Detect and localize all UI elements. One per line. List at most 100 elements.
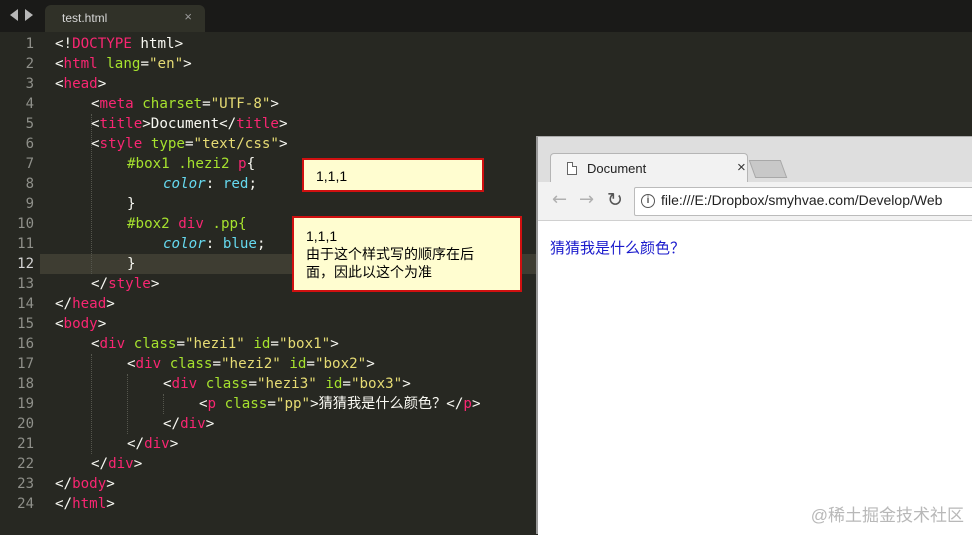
code-line[interactable]: <meta charset="UTF-8">: [91, 94, 279, 114]
code-line[interactable]: <style type="text/css">: [91, 134, 288, 154]
line-number: 3: [25, 76, 34, 92]
note-text: 由于这个样式写的顺序在后: [306, 246, 474, 262]
code-line[interactable]: }: [127, 254, 136, 274]
line-number: 14: [17, 296, 34, 312]
code-token: class: [133, 336, 177, 352]
code-line[interactable]: <p class="pp">猜猜我是什么颜色？</p>: [199, 394, 481, 414]
code-token: "hezi2": [220, 356, 281, 372]
code-token: >: [133, 456, 143, 472]
code-token: >: [169, 436, 179, 452]
line-number: 17: [17, 356, 34, 372]
code-token: title: [99, 116, 143, 132]
watermark: @稀土掘金技术社区: [810, 506, 964, 525]
code-token: </: [163, 416, 181, 432]
url-text[interactable]: file:///E:/Dropbox/smyhvae.com/Develop/W…: [661, 192, 942, 208]
code-token: style: [99, 136, 143, 152]
line-number: 18: [17, 376, 34, 392]
code-token: DOCTYPE: [72, 36, 132, 52]
code-token: >: [150, 276, 160, 292]
editor-tab-test-html[interactable]: test.html ×: [45, 5, 205, 32]
code-token: meta: [99, 96, 134, 112]
line-number: 9: [25, 196, 34, 212]
code-token: =: [306, 356, 315, 372]
back-arrow-icon[interactable]: ←: [552, 188, 567, 212]
line-number: 23: [17, 476, 34, 492]
close-icon[interactable]: ×: [737, 159, 746, 176]
code-token: <: [55, 56, 64, 72]
code-line[interactable]: <title>Document</title>: [91, 114, 288, 134]
line-number: 13: [17, 276, 34, 292]
code-token: <: [91, 96, 100, 112]
code-token: >: [471, 396, 481, 412]
note-text: 1,1,1: [306, 228, 338, 244]
rendered-paragraph: 猜猜我是什么颜色？: [550, 240, 686, 257]
code-token: p: [463, 396, 472, 412]
code-token: }: [127, 256, 136, 272]
line-number: 12: [17, 256, 34, 272]
code-line[interactable]: color: red;: [163, 174, 257, 194]
code-line[interactable]: <div class="hezi1" id="box1">: [91, 334, 339, 354]
code-line[interactable]: </style>: [91, 274, 159, 294]
code-token: >: [205, 416, 215, 432]
code-line[interactable]: color: blue;: [163, 234, 266, 254]
browser-page-content: 猜猜我是什么颜色？: [538, 221, 972, 535]
new-tab-button[interactable]: [748, 160, 788, 178]
code-line[interactable]: }: [127, 194, 136, 214]
code-line[interactable]: </div>: [127, 434, 178, 454]
tab-scroll-left-icon[interactable]: [10, 9, 18, 21]
code-line[interactable]: #box1 .hezi2 p{: [127, 154, 255, 174]
code-line[interactable]: <div class="hezi2" id="box2">: [127, 354, 375, 374]
code-line[interactable]: <!DOCTYPE html>: [55, 34, 183, 54]
forward-arrow-icon[interactable]: →: [579, 188, 594, 212]
line-number: 19: [17, 396, 34, 412]
code-token: =: [202, 96, 211, 112]
line-number: 1: [25, 36, 34, 52]
code-token: id: [253, 336, 271, 352]
address-bar[interactable]: i file:///E:/Dropbox/smyhvae.com/Develop…: [634, 187, 972, 216]
code-token: div: [178, 216, 204, 232]
note-text: 面，因此以这个为准: [306, 264, 432, 280]
line-number-gutter: 1 2 3 4 5 6 7 8 9 10 11 12 13 14 15 16 1…: [0, 34, 40, 534]
code-token: >: [97, 316, 107, 332]
code-token: class: [169, 356, 213, 372]
code-token: <: [91, 336, 100, 352]
specificity-note-box1: 1,1,1: [302, 158, 484, 192]
code-line[interactable]: #box2 div .pp{: [127, 214, 247, 234]
code-token: div: [135, 356, 162, 372]
code-token: <: [199, 396, 208, 412]
code-line[interactable]: </div>: [163, 414, 214, 434]
code-token: <!: [55, 36, 73, 52]
code-token: title: [236, 116, 279, 132]
code-token: >: [97, 76, 107, 92]
code-token: div: [180, 416, 206, 432]
code-line[interactable]: </html>: [55, 494, 115, 514]
code-token: :: [205, 236, 223, 252]
code-token: red: [222, 176, 249, 192]
reload-icon[interactable]: ↻: [607, 188, 623, 212]
browser-tab-document[interactable]: Document ×: [550, 153, 748, 184]
info-icon[interactable]: i: [641, 194, 655, 208]
code-token: =: [212, 356, 221, 372]
code-line[interactable]: </head>: [55, 294, 115, 314]
code-token: #box2: [127, 216, 179, 232]
tab-scroll-right-icon[interactable]: [25, 9, 33, 21]
line-number: 11: [17, 236, 34, 252]
code-token: html: [63, 56, 98, 72]
code-line[interactable]: <head>: [55, 74, 106, 94]
code-token: "en": [148, 56, 184, 72]
code-token: p: [207, 396, 217, 412]
code-token: <: [163, 376, 172, 392]
code-token: #box1 .hezi2: [127, 156, 239, 172]
code-token: >: [106, 496, 115, 512]
code-line[interactable]: <html lang="en">: [55, 54, 192, 74]
close-icon[interactable]: ×: [184, 9, 192, 24]
code-token: >: [106, 296, 115, 312]
code-line[interactable]: </div>: [91, 454, 142, 474]
code-token: color: [163, 176, 206, 192]
code-line[interactable]: <body>: [55, 314, 106, 334]
code-line[interactable]: </body>: [55, 474, 115, 494]
code-line[interactable]: <div class="hezi3" id="box3">: [163, 374, 411, 394]
